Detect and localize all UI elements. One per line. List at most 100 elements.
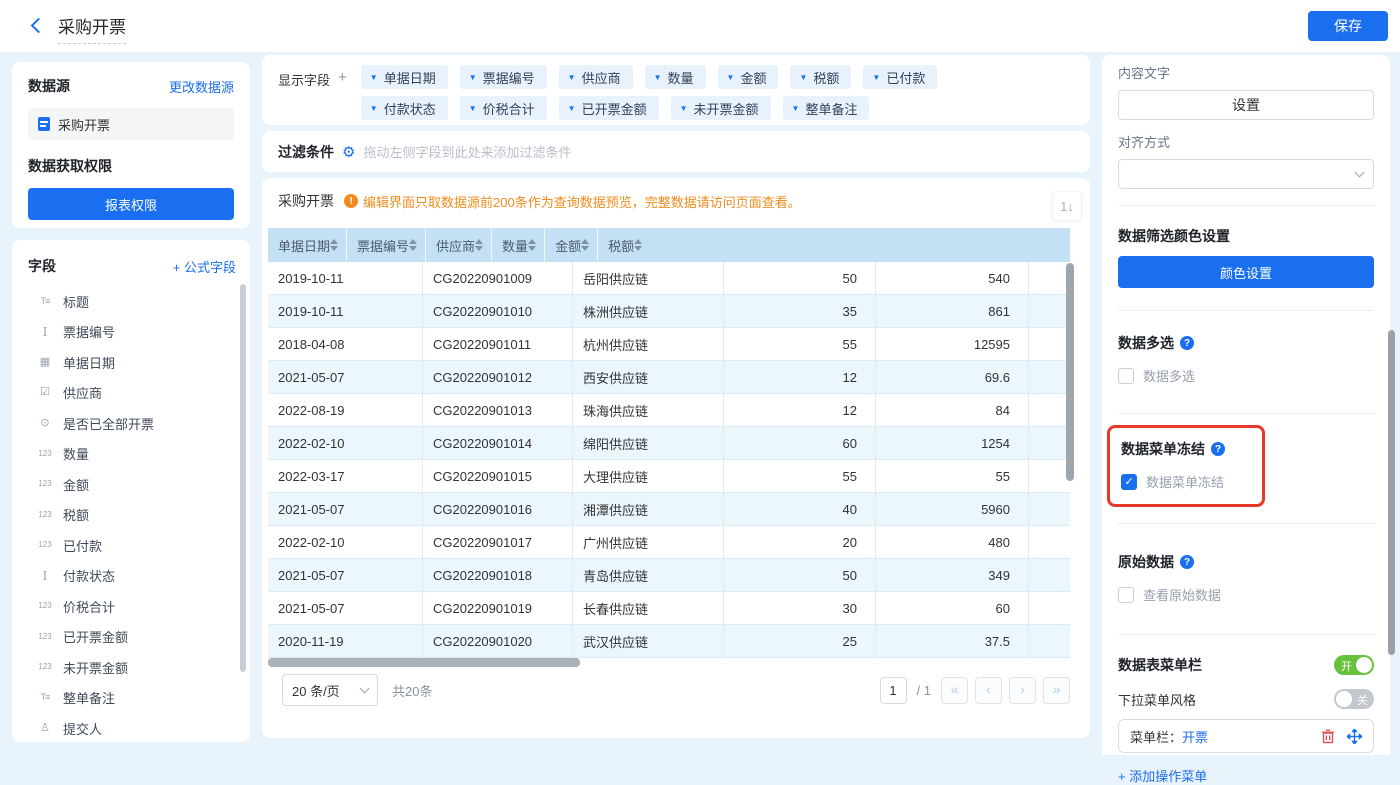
column-label: 税额	[608, 236, 634, 255]
table-column-header[interactable]: 供应商	[426, 228, 492, 262]
next-page-button[interactable]: ›	[1009, 677, 1036, 704]
table-row[interactable]: 2021-05-07 CG20220901019 长春供应链 30 60	[268, 592, 1070, 625]
chevron-down-icon: ▼	[469, 104, 477, 113]
table-column-header[interactable]: 税额	[598, 228, 650, 262]
display-field-chip[interactable]: ▼ 整单备注	[783, 96, 870, 120]
checkbox-unchecked[interactable]	[1118, 368, 1134, 384]
change-datasource-link[interactable]: 更改数据源	[169, 77, 234, 96]
table-menu-toggle-on[interactable]: 开	[1334, 655, 1374, 675]
user-icon: ♙	[36, 723, 54, 734]
field-list-item[interactable]: T≡ 整单备注	[28, 683, 236, 714]
page-size-select[interactable]: 20 条/页	[282, 674, 378, 706]
trash-icon[interactable]	[1321, 729, 1335, 744]
align-select[interactable]	[1118, 159, 1374, 189]
column-label: 供应商	[436, 236, 475, 255]
help-icon[interactable]: ?	[1180, 336, 1194, 350]
field-list-item[interactable]: 123 税额	[28, 500, 236, 531]
display-field-chip[interactable]: ▼ 已开票金额	[559, 96, 659, 120]
sort-arrows-icon[interactable]	[528, 239, 536, 251]
checkbox-checked[interactable]	[1121, 474, 1137, 490]
table-column-header[interactable]: 数量	[492, 228, 545, 262]
table-column-header[interactable]: 金额	[545, 228, 598, 262]
display-field-chip[interactable]: ▼ 价税合计	[460, 96, 547, 120]
save-button[interactable]: 保存	[1308, 11, 1388, 41]
table-row[interactable]: 2022-08-19 CG20220901013 珠海供应链 12 84	[268, 394, 1070, 427]
cell-supplier: 湘潭供应链	[573, 493, 724, 525]
display-field-chip[interactable]: ▼ 票据编号	[460, 65, 547, 89]
table-horizontal-scrollbar[interactable]	[268, 658, 580, 667]
table-row[interactable]: 2022-02-10 CG20220901014 绵阳供应链 60 1254	[268, 427, 1070, 460]
datasource-item[interactable]: 采购开票	[28, 108, 234, 140]
sort-tool-button[interactable]: 1↓	[1052, 191, 1082, 221]
field-list-item[interactable]: T≡ 标题	[28, 286, 236, 317]
sort-arrows-icon[interactable]	[475, 239, 483, 251]
dropdown-style-toggle-off[interactable]: 关	[1334, 689, 1374, 709]
field-list-scrollbar[interactable]	[240, 284, 246, 672]
field-list-item[interactable]: 123 未开票金额	[28, 652, 236, 683]
back-icon[interactable]	[28, 17, 46, 35]
display-field-chip[interactable]: ▼ 税额	[790, 65, 851, 89]
field-list-item[interactable]: ☑ 供应商	[28, 378, 236, 409]
cell-tax	[1029, 361, 1070, 393]
display-field-chip[interactable]: ▼ 已付款	[863, 65, 937, 89]
first-page-button[interactable]: «	[941, 677, 968, 704]
field-list-item[interactable]: I 票据编号	[28, 317, 236, 348]
report-permission-button[interactable]: 报表权限	[28, 188, 234, 220]
cell-amount: 55	[876, 460, 1029, 492]
help-icon[interactable]: ?	[1180, 555, 1194, 569]
field-list-item[interactable]: ⊙ 是否已全部开票	[28, 408, 236, 439]
display-field-chip[interactable]: ▼ 供应商	[559, 65, 633, 89]
table-row[interactable]: 2019-10-11 CG20220901010 株洲供应链 35 861	[268, 295, 1070, 328]
align-label: 对齐方式	[1118, 132, 1374, 151]
window-scrollbar[interactable]	[1388, 330, 1395, 655]
display-field-chip[interactable]: ▼ 付款状态	[361, 96, 448, 120]
raw-data-checkbox-row[interactable]: 查看原始数据	[1118, 585, 1374, 604]
table-column-header[interactable]: 单据日期	[268, 228, 347, 262]
content-text-settings-button[interactable]: 设置	[1118, 90, 1374, 120]
last-page-button[interactable]: »	[1043, 677, 1070, 704]
field-list-item[interactable]: I 付款状态	[28, 561, 236, 592]
sort-arrows-icon[interactable]	[330, 239, 338, 251]
sort-arrows-icon[interactable]	[409, 239, 417, 251]
table-row[interactable]: 2021-05-07 CG20220901012 西安供应链 12 69.6	[268, 361, 1070, 394]
display-field-chip[interactable]: ▼ 数量	[645, 65, 706, 89]
page-number-input[interactable]	[880, 677, 907, 704]
table-row[interactable]: 2022-03-17 CG20220901015 大理供应链 55 55	[268, 460, 1070, 493]
field-list-item[interactable]: ♙ 提交人	[28, 713, 236, 744]
field-list-item[interactable]: 123 已付款	[28, 530, 236, 561]
toggle-knob	[1356, 657, 1372, 673]
field-list-item[interactable]: 123 价税合计	[28, 591, 236, 622]
checkbox-unchecked[interactable]	[1118, 587, 1134, 603]
menu-bar-item[interactable]: 菜单栏： 开票	[1118, 719, 1374, 753]
table-row[interactable]: 2019-10-11 CG20220901009 岳阳供应链 50 540	[268, 262, 1070, 295]
multi-select-checkbox-label: 数据多选	[1143, 366, 1195, 385]
help-icon[interactable]: ?	[1211, 442, 1225, 456]
table-row[interactable]: 2022-02-10 CG20220901017 广州供应链 20 480	[268, 526, 1070, 559]
multi-select-checkbox-row[interactable]: 数据多选	[1118, 366, 1374, 385]
color-settings-button[interactable]: 颜色设置	[1118, 256, 1374, 288]
add-display-field-button[interactable]: +	[338, 69, 347, 115]
table-row[interactable]: 2018-04-08 CG20220901011 杭州供应链 55 12595	[268, 328, 1070, 361]
display-field-chip[interactable]: ▼ 未开票金额	[671, 96, 771, 120]
table-header-row: 单据日期 票据编号 供应商 数量 金额 税额	[268, 228, 1070, 262]
display-field-chip[interactable]: ▼ 单据日期	[361, 65, 448, 89]
field-list-item[interactable]: ▦ 单据日期	[28, 347, 236, 378]
table-row[interactable]: 2021-05-07 CG20220901018 青岛供应链 50 349	[268, 559, 1070, 592]
move-icon[interactable]	[1347, 729, 1362, 744]
table-row[interactable]: 2020-11-19 CG20220901020 武汉供应链 25 37.5	[268, 625, 1070, 658]
sort-arrows-icon[interactable]	[581, 239, 589, 251]
sort-arrows-icon[interactable]	[634, 239, 642, 251]
display-field-chip[interactable]: ▼ 金额	[718, 65, 779, 89]
field-list-item[interactable]: 123 已开票金额	[28, 622, 236, 653]
table-menu-title: 数据表菜单栏	[1118, 655, 1202, 675]
prev-page-button[interactable]: ‹	[975, 677, 1002, 704]
table-column-header[interactable]: 票据编号	[347, 228, 426, 262]
table-vertical-scrollbar[interactable]	[1066, 263, 1074, 481]
menu-freeze-checkbox-row[interactable]: 数据菜单冻结	[1121, 472, 1250, 491]
add-formula-field-link[interactable]: + 公式字段	[173, 257, 236, 276]
add-action-menu-link[interactable]: + 添加操作菜单	[1118, 766, 1374, 785]
field-list-item[interactable]: 123 金额	[28, 469, 236, 500]
table-row[interactable]: 2021-05-07 CG20220901016 湘潭供应链 40 5960	[268, 493, 1070, 526]
field-list-item[interactable]: 123 数量	[28, 439, 236, 470]
gear-icon[interactable]: ⚙	[342, 143, 355, 161]
